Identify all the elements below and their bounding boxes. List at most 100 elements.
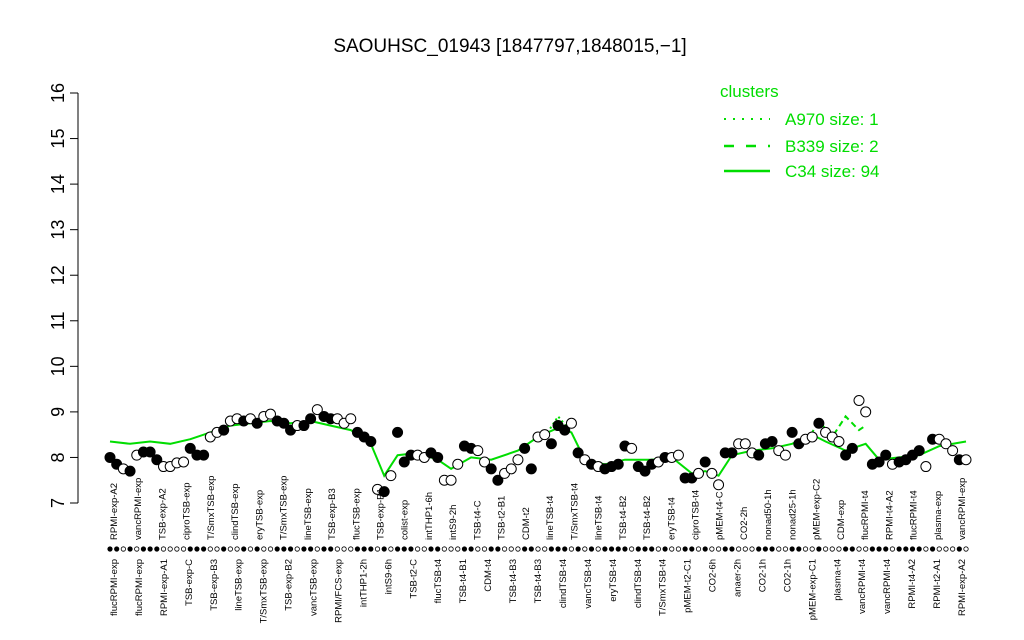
rug-mark (394, 546, 401, 552)
rug-mark (575, 546, 581, 552)
rug-mark (120, 546, 126, 552)
rug-mark (154, 546, 160, 552)
data-point (345, 413, 357, 425)
rug-mark (950, 546, 956, 552)
rug-mark (368, 546, 374, 552)
sample-label: RPMI-exp-A1 (159, 559, 170, 616)
rug-mark (328, 546, 334, 552)
rug-mark (843, 546, 849, 552)
sample-label: TSB-t4-B3 (533, 559, 544, 603)
y-tick-label: 11 (48, 311, 68, 330)
sample-label: TSB-t4-B3 (508, 559, 519, 603)
rug-mark (528, 546, 534, 552)
rug-mark (468, 546, 474, 552)
rug-mark (421, 546, 427, 552)
rug-mark (501, 546, 508, 552)
sample-label: TSB-exp-B1 (376, 488, 387, 540)
rug-mark (214, 546, 220, 552)
data-point (512, 454, 524, 466)
rug-mark (622, 546, 628, 552)
rug-marks (107, 546, 969, 552)
rug-mark (869, 546, 875, 552)
sample-label: clindTSB-t4 (633, 559, 644, 608)
sample-label: vancTSB-t4 (583, 559, 594, 609)
chart-title: SAOUHSC_01943 [1847797,1848015,−1] (333, 36, 686, 57)
rug-mark (508, 546, 514, 552)
data-point (485, 463, 497, 475)
sample-label: TSB-exp-B2 (284, 559, 295, 611)
rug-mark (936, 546, 942, 552)
y-tick-label: 7 (48, 498, 68, 508)
sample-label: CO2-1h (782, 559, 793, 592)
rug-mark (809, 546, 815, 552)
sample-label: vancRPMI-t4 (882, 559, 893, 614)
rug-mark (174, 546, 180, 552)
sample-label: lineTSB-exp (303, 488, 314, 540)
sample-label: nonad25-1h (787, 489, 798, 540)
rug-mark (896, 546, 902, 552)
rug-mark (535, 546, 541, 552)
sample-label: CDM-t2 (521, 507, 532, 540)
sample-label: eryTSB-t4 (608, 559, 619, 602)
data-point (833, 436, 845, 447)
rug-mark (294, 546, 300, 552)
rug-mark (261, 546, 267, 552)
rug-mark (542, 546, 548, 552)
sample-label: flucRPMI-exp (109, 559, 120, 616)
sample-label: vancRPMI-exp (133, 478, 144, 540)
y-axis: 7 8 9 10 11 12 13 14 15 16 (48, 83, 79, 508)
y-tick-label: 9 (48, 407, 68, 417)
rug-mark (595, 546, 601, 552)
rug-mark (475, 546, 481, 552)
sample-label: CO2-2h (739, 507, 750, 540)
sample-label: RPMI-exp-A2 (957, 559, 968, 616)
rug-mark (829, 546, 835, 552)
rug-mark (689, 546, 695, 552)
rug-mark (448, 546, 454, 552)
rug-mark (495, 546, 501, 552)
data-point (385, 470, 397, 482)
rug-mark (736, 546, 742, 552)
rug-mark (254, 546, 260, 552)
rug-mark (522, 546, 528, 552)
rug-mark (488, 546, 494, 552)
data-point (713, 479, 725, 491)
sample-label: TSB-exp-B3 (327, 488, 338, 540)
sample-label: plasma-exp (933, 491, 944, 540)
data-point (766, 436, 778, 447)
rug-mark (481, 546, 488, 552)
y-tick-label: 15 (48, 129, 68, 149)
rug-mark (588, 546, 595, 552)
data-point (779, 449, 791, 461)
y-tick-label: 8 (48, 452, 68, 462)
sample-label: plasma-t4 (832, 559, 843, 601)
rug-mark (836, 546, 842, 552)
sample-label: RPMI-t4-A2 (907, 559, 918, 609)
rug-mark (715, 546, 722, 552)
data-point (124, 465, 136, 477)
rug-mark (682, 546, 688, 552)
rug-mark (582, 546, 588, 552)
data-point (860, 406, 872, 418)
sample-label: flucTSB-t4 (433, 559, 444, 603)
data-point (472, 445, 484, 457)
data-point (539, 429, 551, 441)
y-tick-label: 13 (48, 220, 68, 240)
sample-label: pMEM-exp-C2 (812, 479, 823, 540)
sample-label: flucTSB-exp (351, 488, 362, 540)
sample-label: lineTSB-t4 (594, 496, 605, 540)
data-point (786, 426, 798, 438)
rug-mark (107, 546, 113, 552)
data-point (846, 442, 858, 454)
series-line-c34 (109, 419, 967, 478)
rug-mark (301, 546, 307, 552)
data-point (392, 426, 404, 438)
sample-label: CO2-6h (708, 559, 719, 592)
sample-label: RPMI-t2-A1 (932, 559, 943, 609)
rug-mark (515, 546, 521, 552)
sample-label: flucRPMI-t4 (909, 490, 920, 540)
rug-mark (695, 546, 702, 552)
data-point (693, 467, 704, 479)
rug-mark (929, 546, 936, 552)
rug-mark (207, 546, 213, 552)
